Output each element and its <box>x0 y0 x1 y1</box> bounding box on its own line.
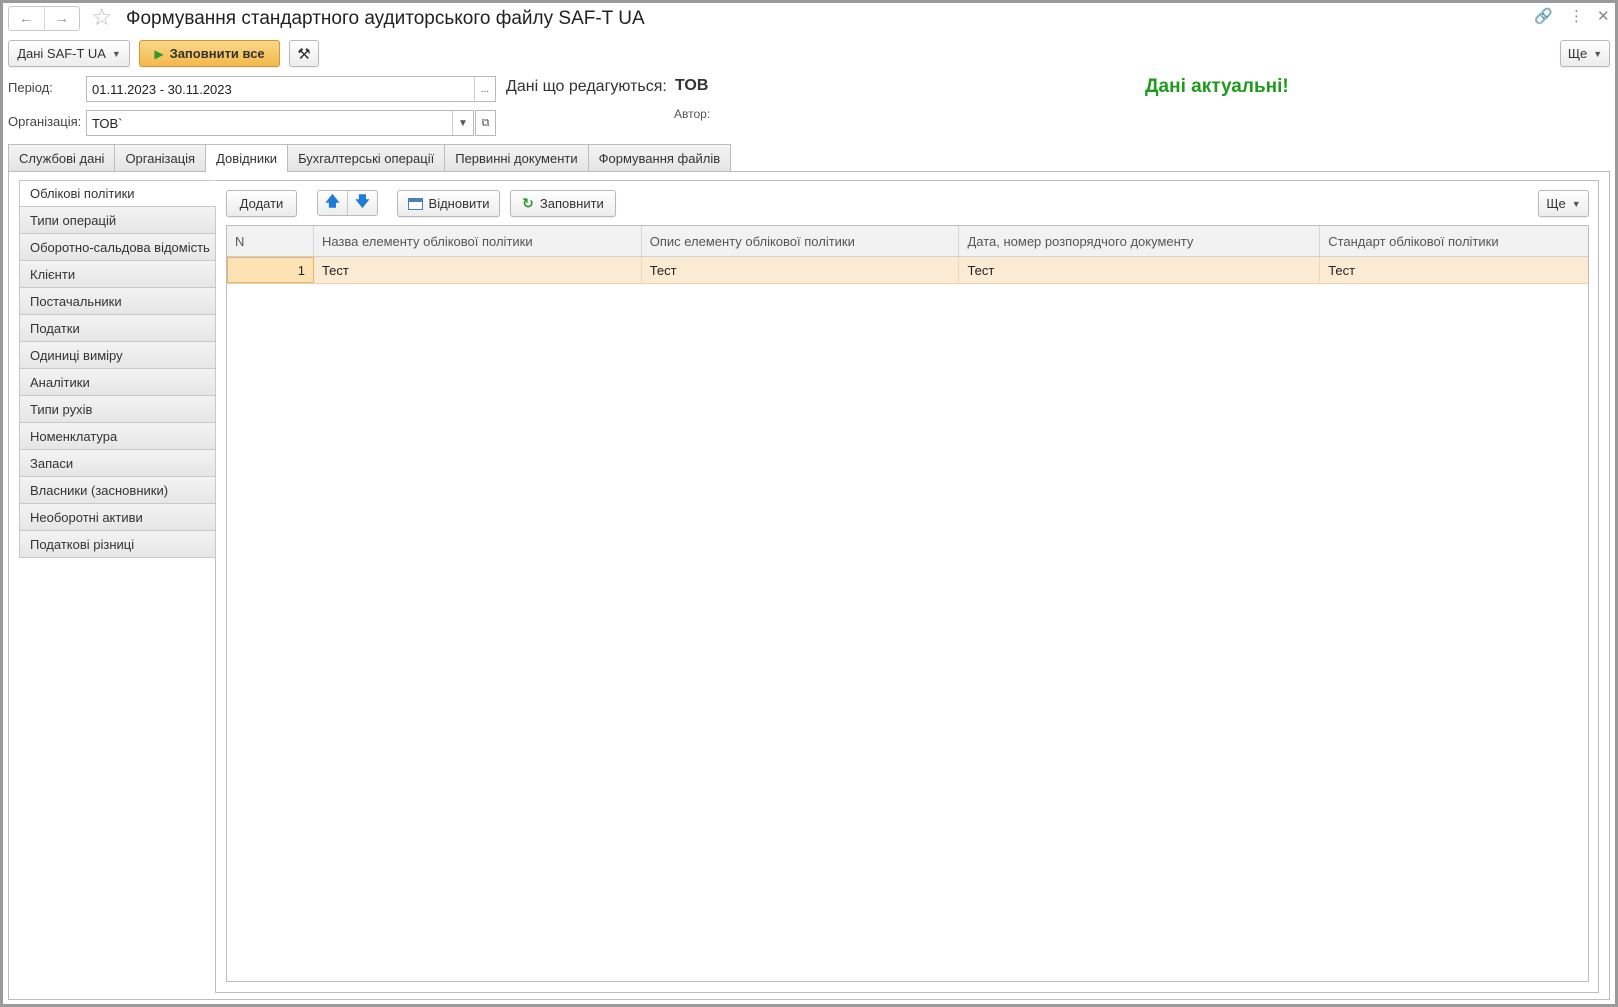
more-button[interactable]: Ще ▼ <box>1560 40 1610 67</box>
history-nav: ← → <box>8 6 80 31</box>
forward-arrow-icon[interactable]: → <box>43 7 80 30</box>
fill-label: Заповнити <box>539 196 604 211</box>
open-window-icon: ⧉ <box>481 116 490 129</box>
author-label: Автор: <box>674 107 711 121</box>
main-tabs: Службові дані Організація Довідники Бухг… <box>8 144 732 172</box>
tab-accounting-operations[interactable]: Бухгалтерські операції <box>287 144 446 171</box>
side-item-units[interactable]: Одиниці виміру <box>19 342 216 369</box>
close-icon[interactable]: ✕ <box>1597 7 1610 27</box>
tools-icon: ⚒ <box>297 45 311 63</box>
side-item-nomenclature[interactable]: Номенклатура <box>19 423 216 450</box>
period-value[interactable]: 01.11.2023 - 30.11.2023 <box>87 82 474 97</box>
more-vertical-icon[interactable]: ⋮ <box>1569 7 1584 27</box>
editing-data-label: Дані що редагуються: <box>506 78 667 95</box>
side-item-accounting-policies[interactable]: Облікові політики <box>19 180 216 207</box>
table-cell-document-date-number[interactable]: Тест <box>959 257 1321 283</box>
panel-more-label: Ще <box>1546 196 1566 211</box>
side-item-operation-types[interactable]: Типи операцій <box>19 207 216 234</box>
side-item-clients[interactable]: Клієнти <box>19 261 216 288</box>
period-label: Період: <box>8 80 53 95</box>
restore-label: Відновити <box>428 196 490 211</box>
table-cell-element-name[interactable]: Тест <box>314 257 642 283</box>
table-row[interactable]: 1 Тест Тест Тест Тест <box>227 257 1588 284</box>
data-saft-menu-label: Дані SAF-T UA <box>17 46 106 61</box>
panel-more-button[interactable]: Ще ▼ <box>1538 190 1589 217</box>
fill-all-label: Заповнити все <box>169 46 265 61</box>
table-cell-element-description[interactable]: Тест <box>642 257 960 283</box>
fill-all-button[interactable]: ▶ Заповнити все <box>139 40 280 67</box>
refresh-icon: ↻ <box>522 195 534 211</box>
directory-list: Облікові політики Типи операцій Оборотно… <box>19 180 216 558</box>
chevron-down-icon: ▼ <box>1593 48 1603 59</box>
period-select-button[interactable]: ... <box>474 77 495 101</box>
column-header-element-name[interactable]: Назва елементу облікової політики <box>314 226 642 256</box>
move-down-icon[interactable]: 🡇 <box>347 191 377 215</box>
side-item-owners[interactable]: Власники (засновники) <box>19 477 216 504</box>
fill-button[interactable]: ↻ Заповнити <box>510 190 616 217</box>
back-arrow-icon[interactable]: ← <box>9 7 44 30</box>
side-item-trial-balance[interactable]: Оборотно-сальдова відомість <box>19 234 216 261</box>
chevron-down-icon: ▼ <box>111 48 121 59</box>
side-item-inventory[interactable]: Запаси <box>19 450 216 477</box>
add-label: Додати <box>239 196 284 211</box>
table-cell-policy-standard[interactable]: Тест <box>1320 257 1588 283</box>
tab-file-generation[interactable]: Формування файлів <box>587 144 732 171</box>
restore-button[interactable]: Відновити <box>397 190 500 217</box>
column-header-n[interactable]: N <box>227 226 314 256</box>
tab-primary-documents[interactable]: Первинні документи <box>444 144 589 171</box>
chevron-down-icon: ▼ <box>1571 198 1581 209</box>
chevron-down-icon[interactable]: ▼ <box>452 111 473 135</box>
data-status-text: Дані актуальні! <box>1145 76 1289 97</box>
move-buttons: 🡅 🡇 <box>317 190 378 216</box>
move-up-icon[interactable]: 🡅 <box>318 191 347 215</box>
side-item-tax-differences[interactable]: Податкові різниці <box>19 531 216 558</box>
side-item-fixed-assets[interactable]: Необоротні активи <box>19 504 216 531</box>
side-item-taxes[interactable]: Податки <box>19 315 216 342</box>
accounting-policies-table: N Назва елементу облікової політики Опис… <box>226 225 1589 982</box>
add-button[interactable]: Додати <box>226 190 297 217</box>
column-header-document-date-number[interactable]: Дата, номер розпорядчого документу <box>959 226 1321 256</box>
organization-value[interactable]: ТОВ` <box>87 116 452 131</box>
tab-directories[interactable]: Довідники <box>205 144 289 172</box>
table-header: N Назва елементу облікової політики Опис… <box>227 226 1588 257</box>
organization-field[interactable]: ТОВ` ▼ <box>86 110 474 136</box>
window-title: Формування стандартного аудиторського фа… <box>126 8 645 29</box>
column-header-policy-standard[interactable]: Стандарт облікової політики <box>1320 226 1588 256</box>
play-icon: ▶ <box>154 46 164 61</box>
side-item-suppliers[interactable]: Постачальники <box>19 288 216 315</box>
column-header-element-description[interactable]: Опис елементу облікової політики <box>642 226 960 256</box>
side-item-analytics[interactable]: Аналітики <box>19 369 216 396</box>
period-field[interactable]: 01.11.2023 - 30.11.2023 ... <box>86 76 496 102</box>
settings-button[interactable]: ⚒ <box>289 40 319 67</box>
tab-service-data[interactable]: Службові дані <box>8 144 116 171</box>
favorite-star-icon[interactable]: ☆ <box>91 5 113 31</box>
organization-label: Організація: <box>8 114 82 129</box>
table-cell-n[interactable]: 1 <box>227 257 314 283</box>
tab-organization[interactable]: Організація <box>114 144 207 171</box>
side-item-movement-types[interactable]: Типи рухів <box>19 396 216 423</box>
open-organization-button[interactable]: ⧉ <box>475 110 496 136</box>
restore-icon <box>407 197 423 210</box>
link-icon[interactable]: 🔗 <box>1534 7 1553 27</box>
editing-data-value: ТОВ <box>675 77 709 94</box>
data-saft-menu-button[interactable]: Дані SAF-T UA ▼ <box>8 40 130 67</box>
more-label: Ще <box>1567 46 1588 61</box>
